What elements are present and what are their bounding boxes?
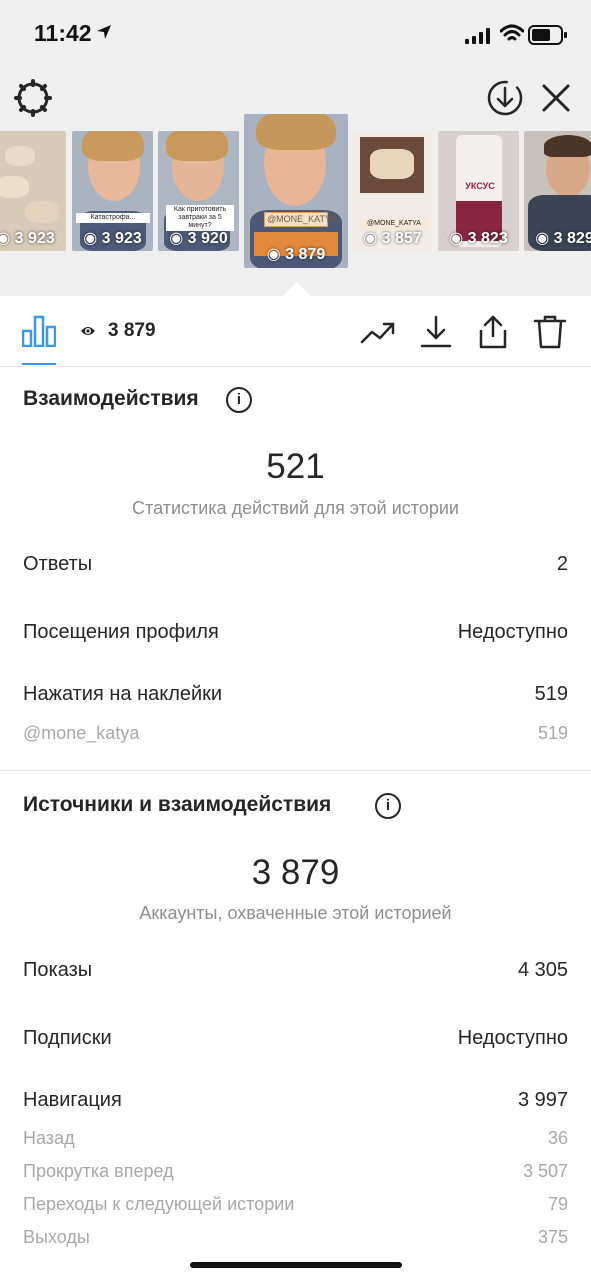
discovery-caption: Аккаунты, охваченные этой историей — [139, 903, 452, 923]
wifi-icon — [500, 24, 524, 41]
section-divider — [0, 770, 591, 771]
impressions-value: 4 305 — [517, 959, 568, 981]
replies-value: 2 — [556, 553, 568, 575]
story-views: ◉ 3 829 — [535, 230, 591, 247]
home-indicator[interactable] — [190, 1262, 402, 1268]
share-icon[interactable] — [475, 314, 511, 350]
story-thumbnail-selected[interactable]: @MONE_KATYA ◉ 3 879 — [244, 114, 348, 268]
story-thumbnail[interactable]: Как приготовить завтраки за 5 минут? ◉ 3… — [158, 131, 239, 251]
navigation-label: Навигация — [23, 1089, 122, 1111]
discovery-title: Источники и взаимодействия — [23, 793, 332, 816]
status-time: 11:42 — [34, 20, 92, 46]
delete-trash-icon[interactable] — [532, 314, 568, 350]
story-thumbnail[interactable]: Катастрофа... ◉ 3 923 — [72, 131, 153, 251]
story-views: ◉ 3 823 — [449, 230, 508, 247]
story-thumbnail[interactable]: @MONE_KATYA ◉ 3 857 — [352, 131, 433, 251]
location-arrow-icon — [97, 25, 111, 39]
nav-forward-value: 3 507 — [522, 1161, 568, 1181]
nav-next-story-label: Переходы к следующей истории — [23, 1194, 295, 1214]
story-views: ◉ 3 920 — [169, 230, 228, 247]
eye-icon — [81, 327, 95, 335]
nav-next-story-value: 79 — [547, 1194, 568, 1214]
info-icon[interactable]: i — [226, 387, 252, 413]
sticker-mention-label: @mone_katya — [23, 723, 140, 743]
sticker-mention-value: 519 — [537, 723, 568, 743]
views-count: 3 879 — [108, 320, 156, 341]
story-thumbnail-strip[interactable]: ◉ 3 923 Катастрофа... ◉ 3 923 Как пригот… — [0, 114, 591, 271]
navigation-value: 3 997 — [517, 1089, 568, 1111]
status-bar: 11:42 — [0, 0, 591, 70]
follows-value: Недоступно — [457, 1027, 568, 1049]
interactions-caption: Статистика действий для этой истории — [132, 498, 459, 518]
insights-toolbar: 3 879 — [0, 296, 591, 367]
interactions-total: 521 — [266, 447, 325, 486]
story-thumbnail[interactable]: ◉ 3 923 — [0, 131, 66, 251]
nav-exits-label: Выходы — [23, 1227, 90, 1247]
nav-forward-label: Прокрутка вперед — [23, 1161, 174, 1181]
nav-exits-value: 375 — [537, 1227, 568, 1247]
active-tab-indicator — [22, 363, 56, 365]
discovery-total: 3 879 — [251, 853, 340, 892]
settings-gear-icon[interactable] — [14, 79, 52, 117]
selected-story-pointer — [282, 282, 312, 297]
nav-back-value: 36 — [547, 1128, 568, 1148]
story-thumbnail[interactable]: УКСУС ◉ 3 823 — [438, 131, 519, 251]
story-views: ◉ 3 923 — [83, 230, 142, 247]
battery-icon — [528, 25, 567, 45]
interactions-title: Взаимодействия — [23, 387, 199, 410]
impressions-label: Показы — [23, 959, 93, 981]
save-story-icon[interactable] — [486, 79, 524, 117]
story-thumbnail[interactable]: ◉ 3 829 — [524, 131, 591, 251]
info-icon[interactable]: i — [375, 793, 401, 819]
sticker-taps-label: Нажатия на наклейки — [23, 683, 223, 705]
profile-visits-label: Посещения профиля — [23, 621, 219, 643]
story-views: ◉ 3 879 — [266, 246, 326, 263]
trend-icon[interactable] — [360, 314, 396, 350]
insights-chart-icon[interactable] — [22, 315, 56, 347]
profile-visits-value: Недоступно — [457, 621, 568, 643]
follows-label: Подписки — [23, 1027, 112, 1049]
replies-label: Ответы — [23, 553, 93, 575]
nav-back-label: Назад — [23, 1128, 75, 1148]
close-icon[interactable] — [540, 82, 572, 114]
sticker-taps-value: 519 — [534, 683, 568, 705]
story-views: ◉ 3 923 — [0, 230, 55, 247]
download-icon[interactable] — [418, 314, 454, 350]
story-views: ◉ 3 857 — [363, 230, 422, 247]
cellular-signal-icon — [465, 28, 490, 44]
